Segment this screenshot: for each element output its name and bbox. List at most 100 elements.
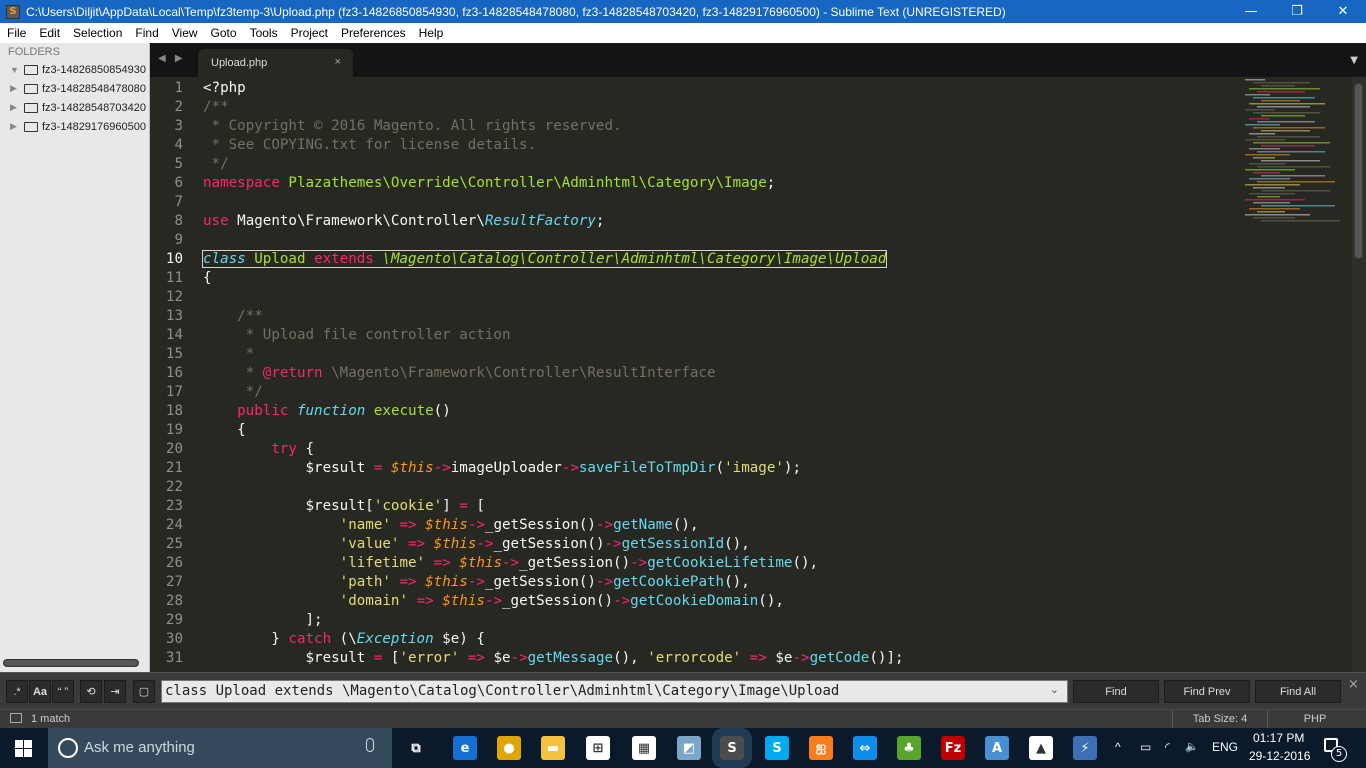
code-line[interactable]: 18 public function execute() bbox=[150, 402, 1230, 421]
menu-help[interactable]: Help bbox=[412, 23, 450, 43]
minimize-button[interactable]: — bbox=[1228, 0, 1274, 23]
calculator-icon[interactable]: ▦ bbox=[632, 736, 656, 760]
wordpad-icon[interactable]: A bbox=[985, 736, 1009, 760]
wifi-icon[interactable]: ◜ bbox=[1165, 740, 1170, 754]
sublime-text-icon[interactable]: S bbox=[720, 736, 744, 760]
tab-close-icon[interactable]: × bbox=[335, 56, 341, 68]
cortana-search[interactable]: Ask me anything bbox=[48, 728, 392, 768]
code-line[interactable]: 2/** bbox=[150, 98, 1230, 117]
menu-selection[interactable]: Selection bbox=[66, 23, 128, 43]
xampp-icon[interactable]: ஐ bbox=[809, 736, 833, 760]
find-history-dropdown-icon[interactable]: ⌄ bbox=[1050, 683, 1059, 696]
find-prev-button[interactable]: Find Prev bbox=[1164, 680, 1250, 703]
sidebar-folder[interactable]: ▶fz3-14828548478080 bbox=[0, 79, 149, 98]
menu-tools[interactable]: Tools bbox=[243, 23, 284, 43]
code-line[interactable]: 15 * bbox=[150, 345, 1230, 364]
network-icon[interactable]: ⚡ bbox=[1073, 736, 1097, 760]
menu-edit[interactable]: Edit bbox=[32, 23, 66, 43]
code-line[interactable]: 3 * Copyright © 2016 Magento. All rights… bbox=[150, 117, 1230, 136]
code-line[interactable]: 29 ]; bbox=[150, 611, 1230, 630]
collapsed-arrow-icon[interactable]: ▶ bbox=[10, 102, 20, 113]
code-line[interactable]: 31 $result = ['error' => $e->getMessage(… bbox=[150, 649, 1230, 668]
code-line[interactable]: 5 */ bbox=[150, 155, 1230, 174]
tab-upload-php[interactable]: Upload.php × bbox=[198, 49, 353, 77]
tab-nav-arrows[interactable]: ◀ ▶ bbox=[158, 53, 186, 64]
app-green-icon[interactable]: ♣ bbox=[897, 736, 921, 760]
regex-toggle[interactable]: .* bbox=[6, 680, 28, 703]
code-line[interactable]: 24 'name' => $this->_getSession()->getNa… bbox=[150, 516, 1230, 535]
in-selection-toggle[interactable]: ⇥ bbox=[104, 680, 126, 703]
code-line[interactable]: 9 bbox=[150, 231, 1230, 250]
code-editor[interactable]: 1<?php2/**3 * Copyright © 2016 Magento. … bbox=[150, 77, 1230, 672]
scrollbar-thumb[interactable] bbox=[1354, 83, 1363, 259]
photos-icon[interactable]: ▲ bbox=[1029, 736, 1053, 760]
menu-file[interactable]: File bbox=[0, 23, 32, 43]
panel-toggle-icon[interactable] bbox=[10, 713, 22, 723]
skype-icon[interactable]: S bbox=[765, 736, 789, 760]
restore-button[interactable]: ❐ bbox=[1274, 0, 1320, 23]
sidebar-folder[interactable]: ▶fz3-14829176960500 bbox=[0, 117, 149, 136]
menu-view[interactable]: View bbox=[165, 23, 204, 43]
code-line[interactable]: 28 'domain' => $this->_getSession()->get… bbox=[150, 592, 1230, 611]
notes-icon[interactable]: ◩ bbox=[677, 736, 701, 760]
code-line[interactable]: 22 bbox=[150, 478, 1230, 497]
windows-start-icon[interactable] bbox=[15, 740, 32, 757]
code-line[interactable]: 12 bbox=[150, 288, 1230, 307]
file-explorer-icon[interactable]: ▬ bbox=[541, 736, 565, 760]
code-line[interactable]: 14 * Upload file controller action bbox=[150, 326, 1230, 345]
microphone-icon[interactable] bbox=[366, 738, 374, 752]
editor-scrollbar[interactable] bbox=[1352, 77, 1366, 672]
case-sensitive-toggle[interactable]: Aa bbox=[29, 680, 51, 703]
code-line[interactable]: 30 } catch (\Exception $e) { bbox=[150, 630, 1230, 649]
code-line[interactable]: 10class Upload extends \Magento\Catalog\… bbox=[150, 250, 1230, 269]
code-line[interactable]: 11{ bbox=[150, 269, 1230, 288]
edge-icon[interactable]: e bbox=[453, 736, 477, 760]
clock-date[interactable]: 29-12-2016 bbox=[1249, 749, 1310, 763]
code-line[interactable]: 23 $result['cookie'] = [ bbox=[150, 497, 1230, 516]
code-line[interactable]: 21 $result = $this->imageUploader->saveF… bbox=[150, 459, 1230, 478]
code-line[interactable]: 8use Magento\Framework\Controller\Result… bbox=[150, 212, 1230, 231]
store-icon[interactable]: ⊞ bbox=[586, 736, 610, 760]
sidebar-folder[interactable]: ▼fz3-14826850854930 bbox=[0, 60, 149, 79]
tab-dropdown-icon[interactable]: ▼ bbox=[1350, 55, 1358, 66]
clock-time[interactable]: 01:17 PM bbox=[1253, 731, 1304, 745]
find-all-button[interactable]: Find All bbox=[1255, 680, 1341, 703]
minimap[interactable] bbox=[1230, 77, 1352, 672]
code-line[interactable]: 13 /** bbox=[150, 307, 1230, 326]
volume-icon[interactable]: 🔈 bbox=[1185, 740, 1199, 753]
chrome-icon[interactable]: ● bbox=[497, 736, 521, 760]
menu-find[interactable]: Find bbox=[128, 23, 164, 43]
language-indicator[interactable]: ENG bbox=[1212, 740, 1238, 754]
expanded-arrow-icon[interactable]: ▼ bbox=[10, 65, 20, 75]
find-input[interactable]: class Upload extends \Magento\Catalog\Co… bbox=[161, 680, 1068, 703]
code-line[interactable]: 26 'lifetime' => $this->_getSession()->g… bbox=[150, 554, 1230, 573]
code-line[interactable]: 25 'value' => $this->_getSession()->getS… bbox=[150, 535, 1230, 554]
code-line[interactable]: 16 * @return \Magento\Framework\Controll… bbox=[150, 364, 1230, 383]
tray-chevron-icon[interactable]: ^ bbox=[1115, 740, 1121, 754]
highlight-matches-toggle[interactable]: ▢ bbox=[133, 680, 155, 703]
sidebar-folder[interactable]: ▶fz3-14828548703420 bbox=[0, 98, 149, 117]
task-view-icon[interactable]: ⧉ bbox=[404, 736, 428, 760]
code-line[interactable]: 7 bbox=[150, 193, 1230, 212]
close-button[interactable]: ✕ bbox=[1320, 0, 1366, 23]
collapsed-arrow-icon[interactable]: ▶ bbox=[10, 121, 20, 132]
filezilla-icon[interactable]: Fz bbox=[941, 736, 965, 760]
teamviewer-icon[interactable]: ⇔ bbox=[853, 736, 877, 760]
find-button[interactable]: Find bbox=[1073, 680, 1159, 703]
code-line[interactable]: 19 { bbox=[150, 421, 1230, 440]
code-line[interactable]: 17 */ bbox=[150, 383, 1230, 402]
menu-goto[interactable]: Goto bbox=[204, 23, 243, 43]
close-find-icon[interactable]: × bbox=[1348, 677, 1359, 692]
wrap-toggle[interactable]: ⟲ bbox=[80, 680, 102, 703]
code-line[interactable]: 6namespace Plazathemes\Override\Controll… bbox=[150, 174, 1230, 193]
collapsed-arrow-icon[interactable]: ▶ bbox=[10, 83, 20, 94]
menu-project[interactable]: Project bbox=[284, 23, 334, 43]
menu-preferences[interactable]: Preferences bbox=[334, 23, 412, 43]
whole-word-toggle[interactable]: “ ” bbox=[52, 680, 74, 703]
code-line[interactable]: 20 try { bbox=[150, 440, 1230, 459]
syntax-indicator[interactable]: PHP bbox=[1267, 710, 1362, 728]
code-line[interactable]: 1<?php bbox=[150, 79, 1230, 98]
tab-size-indicator[interactable]: Tab Size: 4 bbox=[1172, 710, 1267, 728]
code-line[interactable]: 4 * See COPYING.txt for license details. bbox=[150, 136, 1230, 155]
code-line[interactable]: 27 'path' => $this->_getSession()->getCo… bbox=[150, 573, 1230, 592]
